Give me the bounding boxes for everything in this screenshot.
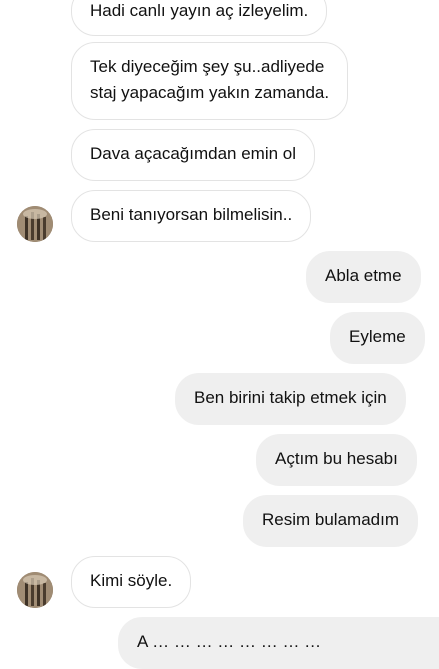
message-text: Abla etme [325, 266, 402, 285]
profile-photo-avatar-icon [17, 572, 53, 608]
message-text-line: Tek diyeceğim şey şu..adliyede [90, 57, 325, 76]
message-bubble-incoming[interactable]: Kimi söyle. [71, 556, 192, 608]
message-bubble-incoming[interactable]: Beni tanıyorsan bilmelisin.. [71, 190, 312, 242]
message-bubble-outgoing[interactable]: Açtım bu hesabı [256, 434, 417, 486]
message-text: Resim bulamadım [262, 510, 399, 529]
message-bubble-incoming[interactable]: Hadi canlı yayın aç izleyelim. [71, 0, 328, 36]
message-bubble-outgoing[interactable]: Resim bulamadım [243, 495, 418, 547]
message-text-line: staj yapacağım yakın zamanda. [90, 83, 330, 102]
message-bubble-outgoing[interactable]: Ben birini takip etmek için [175, 373, 406, 425]
chat-thread[interactable]: Hadi canlı yayın aç izleyelim. Tek diyec… [0, 0, 439, 669]
message-text: Hadi canlı yayın aç izleyelim. [90, 1, 309, 20]
message-bubble-incoming[interactable]: Tek diyeceğim şey şu..adliyede staj yapa… [71, 42, 349, 120]
sender-avatar[interactable] [17, 572, 53, 608]
message-text: Beni tanıyorsan bilmelisin.. [90, 205, 293, 224]
message-text: Kimi söyle. [90, 571, 173, 590]
message-bubble-outgoing[interactable]: Abla etme [306, 251, 421, 303]
message-text: Dava açacağımdan emin ol [90, 144, 297, 163]
message-text: Açtım bu hesabı [275, 449, 398, 468]
message-bubble-outgoing[interactable]: Eyleme [330, 312, 425, 364]
message-text: A … … … … … … … … [137, 632, 322, 651]
sender-avatar[interactable] [17, 206, 53, 242]
profile-photo-avatar-icon [17, 206, 53, 242]
message-text: Eyleme [349, 327, 406, 346]
message-bubble-outgoing[interactable]: A … … … … … … … … [118, 617, 439, 669]
message-text: Ben birini takip etmek için [194, 388, 387, 407]
message-bubble-incoming[interactable]: Dava açacağımdan emin ol [71, 129, 316, 181]
